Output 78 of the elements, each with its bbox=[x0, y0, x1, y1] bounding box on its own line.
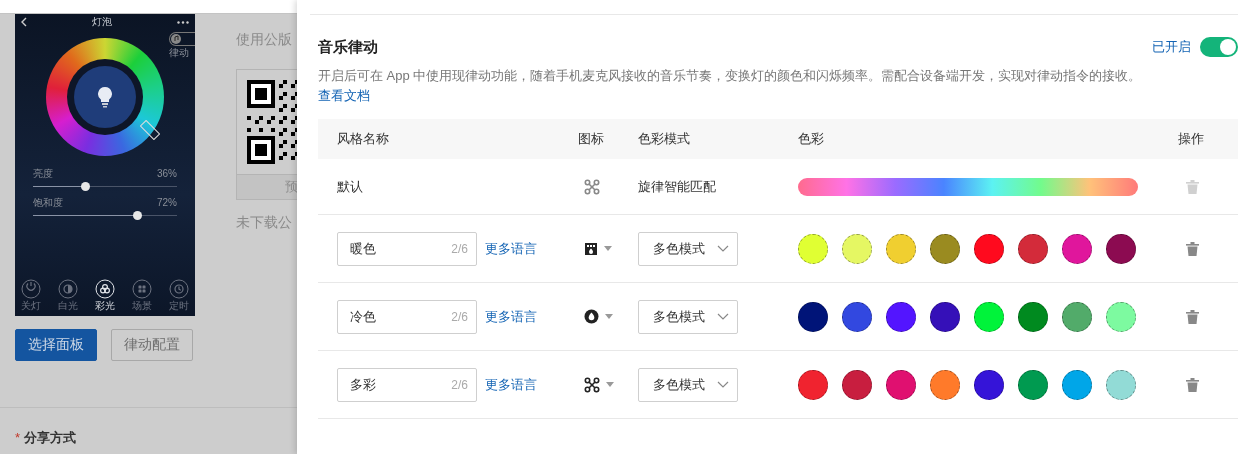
mode-select[interactable]: 多色模式 bbox=[638, 367, 738, 402]
caret-icon bbox=[604, 246, 612, 251]
slider-reading: 72% bbox=[157, 197, 177, 209]
app-title: 灯泡 bbox=[92, 15, 112, 29]
color-swatch[interactable] bbox=[842, 369, 872, 400]
download-note: 未下载公 bbox=[236, 214, 293, 232]
color-swatch[interactable] bbox=[930, 301, 960, 332]
color-swatch[interactable] bbox=[930, 233, 960, 264]
caret-icon bbox=[605, 314, 613, 319]
color-mode: 旋律智能匹配 bbox=[638, 177, 716, 196]
chevron-icon bbox=[717, 381, 729, 388]
color-swatch[interactable] bbox=[1018, 301, 1048, 332]
nodes-icon bbox=[584, 376, 600, 393]
char-counter: 2/6 bbox=[451, 241, 468, 256]
name-field[interactable]: 暖色 2/6 bbox=[337, 231, 477, 266]
chevron-icon bbox=[717, 313, 729, 320]
color-swatch[interactable] bbox=[842, 301, 872, 332]
color-swatch[interactable] bbox=[974, 301, 1004, 332]
more-languages-link[interactable]: 更多语言 bbox=[485, 375, 537, 394]
panel-button[interactable]: 律动配置 bbox=[111, 329, 193, 361]
slider-label: 饱和度 bbox=[33, 197, 63, 209]
nodes-icon bbox=[584, 178, 600, 195]
char-counter: 2/6 bbox=[451, 377, 468, 392]
color-swatch[interactable] bbox=[1062, 369, 1092, 400]
panel-button[interactable]: 选择面板 bbox=[15, 329, 97, 361]
style-name: 默认 bbox=[337, 177, 363, 196]
toggle-switch[interactable] bbox=[1200, 37, 1238, 57]
bulb-icon bbox=[97, 86, 113, 108]
mode-select[interactable]: 多色模式 bbox=[638, 299, 738, 334]
name-field[interactable]: 冷色 2/6 bbox=[337, 299, 477, 334]
drop-icon bbox=[584, 309, 599, 324]
music-button[interactable] bbox=[169, 32, 195, 46]
color-swatch[interactable] bbox=[886, 369, 916, 400]
back-icon bbox=[21, 17, 27, 27]
color-swatch[interactable] bbox=[1062, 301, 1092, 332]
more-icon bbox=[177, 20, 189, 24]
chevron-icon bbox=[717, 245, 729, 252]
column-header: 操作 bbox=[1178, 130, 1204, 148]
caret-icon bbox=[606, 382, 614, 387]
column-header: 色彩模式 bbox=[638, 130, 690, 148]
color-swatch[interactable] bbox=[1106, 301, 1136, 332]
color-swatch[interactable] bbox=[798, 301, 828, 332]
color-swatch[interactable] bbox=[842, 233, 872, 264]
name-field[interactable]: 多彩 2/6 bbox=[337, 367, 477, 402]
color-swatch[interactable] bbox=[886, 301, 916, 332]
drawer-title: 音乐律动 bbox=[318, 37, 378, 57]
slider-thumb[interactable] bbox=[80, 182, 90, 191]
column-header: 图标 bbox=[578, 130, 604, 148]
doc-link[interactable]: 查看文档 bbox=[318, 88, 370, 103]
public-panel-heading: 使用公版 bbox=[236, 31, 293, 49]
share-label: 分享方式 bbox=[24, 429, 77, 447]
color-swatch[interactable] bbox=[886, 233, 916, 264]
more-languages-link[interactable]: 更多语言 bbox=[485, 239, 537, 258]
music-note-icon bbox=[171, 34, 181, 44]
status-text: 已开启 bbox=[1152, 38, 1191, 56]
mode-select[interactable]: 多色模式 bbox=[638, 231, 738, 266]
color-swatch[interactable] bbox=[974, 369, 1004, 400]
required-mark: * bbox=[15, 430, 21, 445]
color-swatch[interactable] bbox=[974, 233, 1004, 264]
wheel-handle[interactable] bbox=[140, 120, 160, 140]
color-swatch[interactable] bbox=[1018, 369, 1048, 400]
color-swatch[interactable] bbox=[1106, 369, 1136, 400]
color-swatch[interactable] bbox=[1018, 233, 1048, 264]
description: 开启后可在 App 中使用现律动功能，随着手机麦克风接收的音乐节奏，变换灯的颜色和闪烁频率。需配合设备端开发，实现对律动指令的接收。 bbox=[318, 67, 1143, 85]
slider-thumb[interactable] bbox=[132, 211, 142, 220]
music-label: 律动 bbox=[169, 46, 189, 60]
slider-reading: 36% bbox=[157, 168, 177, 180]
color-swatch[interactable] bbox=[798, 369, 828, 400]
slider-label: 亮度 bbox=[33, 168, 53, 180]
column-header: 风格名称 bbox=[337, 130, 389, 148]
color-swatch[interactable] bbox=[1062, 233, 1092, 264]
color-swatch[interactable] bbox=[930, 369, 960, 400]
column-header: 色彩 bbox=[798, 130, 824, 148]
more-languages-link[interactable]: 更多语言 bbox=[485, 307, 537, 326]
char-counter: 2/6 bbox=[451, 309, 468, 324]
color-swatch[interactable] bbox=[798, 233, 828, 264]
lamp-icon bbox=[584, 241, 598, 256]
color-swatch[interactable] bbox=[1106, 233, 1136, 264]
